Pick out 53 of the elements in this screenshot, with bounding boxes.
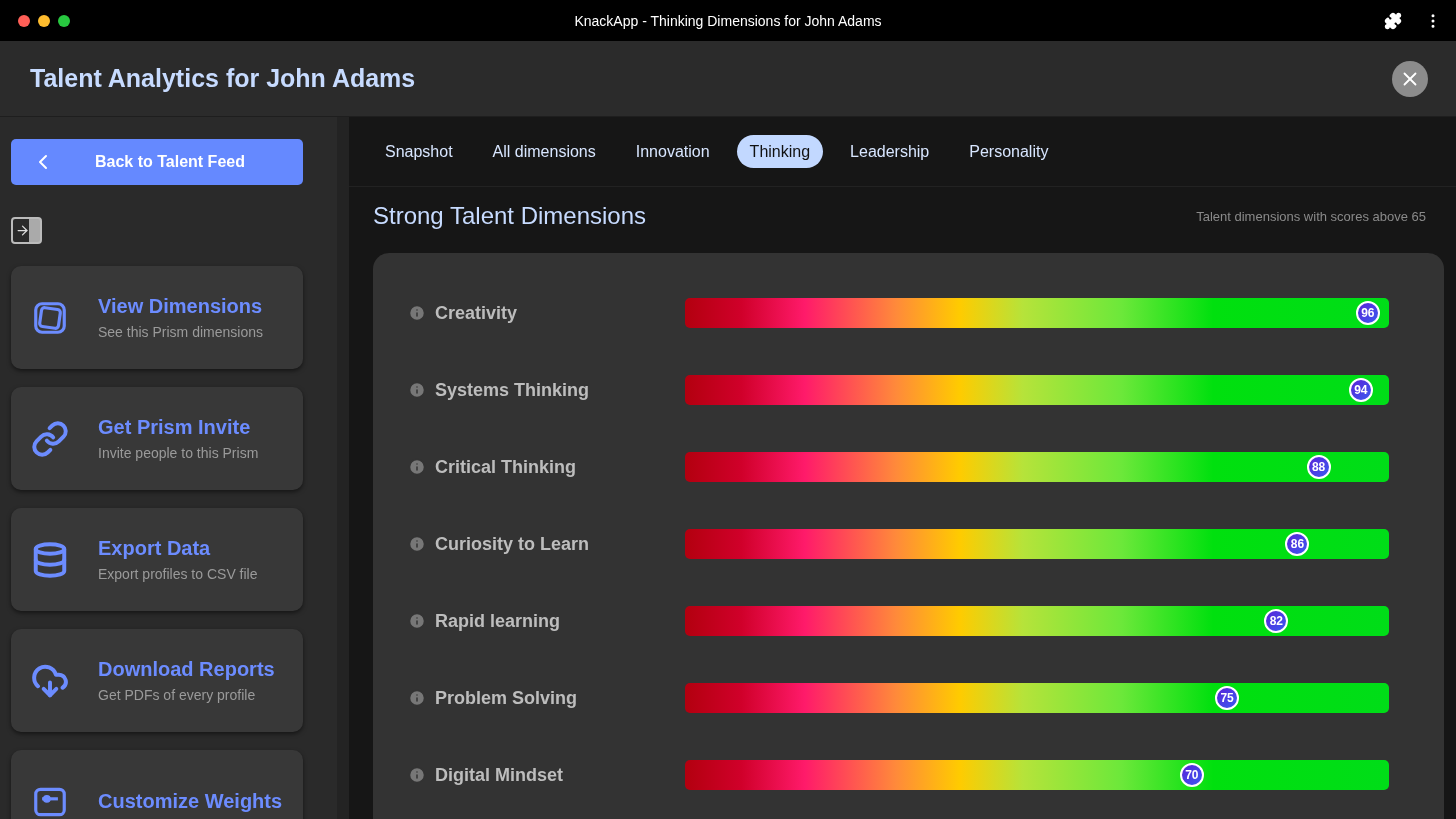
action-card[interactable]: Download Reports Get PDFs of every profile	[11, 629, 303, 732]
info-icon[interactable]	[408, 535, 426, 553]
action-title: View Dimensions	[98, 295, 263, 318]
action-subtitle: Export profiles to CSV file	[98, 566, 258, 582]
zoom-window-dot[interactable]	[58, 14, 70, 27]
dimension-name: Problem Solving	[435, 687, 578, 709]
info-icon[interactable]	[408, 381, 426, 399]
info-icon[interactable]	[408, 458, 426, 476]
close-window-dot[interactable]	[18, 14, 30, 27]
tab[interactable]: Thinking	[736, 135, 824, 168]
page-title: Talent Analytics for John Adams	[30, 64, 416, 93]
score-marker: 94	[1348, 378, 1373, 402]
action-title: Customize Weights	[98, 790, 283, 813]
info-icon[interactable]	[408, 612, 426, 630]
action-card[interactable]: Customize Weights	[11, 750, 303, 819]
score-marker: 70	[1179, 763, 1204, 787]
action-title: Export Data	[98, 537, 212, 560]
dimension-name: Rapid learning	[435, 610, 560, 632]
database-icon	[31, 540, 69, 579]
sidebar-toggle-icon[interactable]	[11, 217, 42, 244]
puzzle-icon[interactable]	[1384, 11, 1402, 30]
section-note: Talent dimensions with scores above 65	[1196, 208, 1426, 224]
window-title: KnackApp - Thinking Dimensions for John Adams	[574, 12, 882, 29]
score-marker: 75	[1215, 686, 1240, 710]
action-subtitle: See this Prism dimensions	[98, 324, 263, 340]
score-marker: 82	[1264, 609, 1289, 633]
minimize-window-dot[interactable]	[38, 14, 50, 27]
tab[interactable]: All dimensions	[479, 135, 609, 168]
action-card[interactable]: Get Prism Invite Invite people to this Prism	[11, 387, 303, 490]
dimension-name: Critical Thinking	[435, 456, 576, 478]
info-icon[interactable]	[408, 766, 426, 784]
dimension-name: Systems Thinking	[435, 379, 590, 401]
info-icon[interactable]	[408, 689, 426, 707]
score-marker: 88	[1306, 455, 1331, 479]
section-title: Strong Talent Dimensions	[373, 202, 647, 230]
score-marker: 96	[1355, 301, 1380, 325]
action-subtitle: Get PDFs of every profile	[98, 687, 257, 703]
dimension-name: Digital Mindset	[435, 764, 563, 786]
tab[interactable]: Innovation	[622, 135, 723, 168]
close-button[interactable]	[1392, 60, 1428, 97]
action-subtitle: Invite people to this Prism	[98, 445, 259, 461]
score-marker: 86	[1285, 532, 1310, 556]
dimension-name: Creativity	[435, 302, 518, 324]
action-title: Download Reports	[98, 658, 275, 681]
action-card[interactable]: Export Data Export profiles to CSV file	[11, 508, 303, 611]
info-icon[interactable]	[408, 304, 426, 322]
dimension-name: Curiosity to Learn	[435, 533, 590, 555]
tab[interactable]: Snapshot	[372, 135, 466, 168]
action-card[interactable]: View Dimensions See this Prism dimensions	[11, 266, 303, 369]
tab[interactable]: Leadership	[837, 135, 943, 168]
tab[interactable]: Personality	[956, 135, 1062, 168]
link-icon	[31, 419, 69, 458]
action-title: Get Prism Invite	[98, 416, 252, 439]
